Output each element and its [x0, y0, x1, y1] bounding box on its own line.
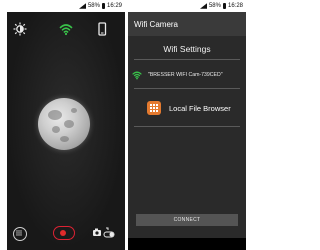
wifi-settings-title: Wifi Settings [163, 44, 211, 54]
record-button[interactable] [53, 226, 75, 240]
network-row[interactable]: "BRESSER WIFI Cam-739CED" [132, 68, 242, 82]
divider [134, 59, 240, 60]
battery-icon [101, 3, 105, 9]
app-title: Wifi Camera [134, 19, 179, 29]
connect-label: CONNECT [173, 217, 201, 223]
navigation-bar [128, 238, 246, 250]
network-name: "BRESSER WIFI Cam-739CED" [148, 72, 223, 78]
divider [134, 88, 240, 89]
file-browser-icon [147, 101, 161, 115]
battery-percent: 58% [208, 3, 221, 9]
divider [134, 126, 240, 127]
camera-switch-icon[interactable] [92, 226, 116, 240]
camera-controls [7, 224, 125, 244]
local-file-browser-label: Local File Browser [169, 103, 231, 113]
wifi-settings-screen: 58% 16:28 Wifi Camera Wifi Settings "BRE… [128, 0, 246, 250]
battery-icon [222, 3, 226, 9]
wifi-signal-icon [132, 71, 142, 80]
connect-button[interactable]: CONNECT [136, 214, 238, 226]
status-bar: 58% 16:29 [7, 0, 125, 12]
record-icon [60, 230, 66, 236]
signal-icon [199, 3, 207, 9]
status-bar: 58% 16:28 [128, 0, 246, 12]
camera-toolbar [7, 22, 125, 38]
clock: 16:29 [106, 3, 122, 9]
local-file-browser-button[interactable]: Local File Browser [147, 97, 245, 119]
moon-image [38, 98, 90, 150]
battery-percent: 58% [87, 3, 100, 9]
brightness-icon[interactable] [13, 22, 27, 36]
wifi-icon[interactable] [59, 22, 73, 36]
phone-icon[interactable] [95, 22, 109, 36]
signal-icon [78, 3, 86, 9]
clock: 16:28 [227, 3, 243, 9]
app-bar: Wifi Camera [128, 12, 246, 36]
camera-preview-screen: 58% 16:29 [7, 0, 125, 250]
grid-icon[interactable] [13, 227, 27, 241]
